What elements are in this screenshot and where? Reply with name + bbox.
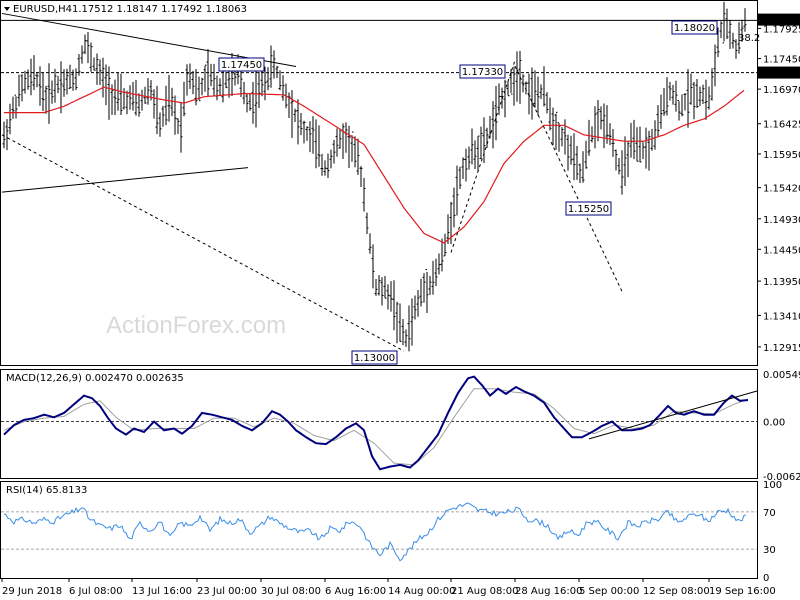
- fib-level-label: 38.2: [738, 33, 760, 44]
- time-axis-label: 12 Sep 08:00: [643, 586, 710, 597]
- macd-axis-label-0.005498: 0.005498: [763, 370, 800, 381]
- macd-title: MACD(12,26,9) 0.002470 0.002635: [6, 373, 184, 384]
- price-label-1-17450: 1.17450: [221, 60, 262, 71]
- watermark: ActionForex.com: [106, 312, 286, 339]
- price-axis-label-1.14930: 1.14930: [763, 215, 800, 226]
- chart-background: [0, 0, 800, 600]
- time-axis-label: 21 Aug 08:00: [451, 586, 518, 597]
- price-axis-label-1.15950: 1.15950: [763, 150, 800, 161]
- price-axis-label-1.12915: 1.12915: [763, 343, 800, 354]
- price-axis-label-1.15420: 1.15420: [763, 184, 800, 195]
- price-axis-label-1.16970: 1.16970: [763, 85, 800, 96]
- ohlc-values: 1.17512 1.18147 1.17492 1.18063: [72, 4, 247, 15]
- hline-price-label: 1.17230: [763, 69, 800, 80]
- price-axis-label-1.14450: 1.14450: [763, 245, 800, 256]
- price-axis-label-1.13950: 1.13950: [763, 277, 800, 288]
- rsi-title: RSI(14) 65.8133: [6, 485, 87, 496]
- rsi-axis-label-100: 100: [763, 480, 782, 491]
- time-axis-label: 5 Sep 00:00: [579, 586, 639, 597]
- price-axis-label-1.17450: 1.17450: [763, 55, 800, 66]
- time-axis-label: 29 Jun 2018: [2, 586, 62, 597]
- time-axis-label: 14 Aug 00:00: [388, 586, 455, 597]
- time-axis-label: 30 Jul 08:00: [261, 586, 321, 597]
- price-label-1-18020: 1.18020: [674, 23, 715, 34]
- time-axis-label: 23 Jul 00:00: [197, 586, 257, 597]
- time-axis-label: 28 Aug 16:00: [515, 586, 582, 597]
- rsi-axis-label-30: 30: [763, 545, 776, 556]
- macd-axis-label-0.00: 0.00: [763, 418, 785, 429]
- symbol-label: EURUSD,H4: [13, 4, 72, 15]
- price-axis-label-1.16425: 1.16425: [763, 120, 800, 131]
- price-label-1-17330: 1.17330: [462, 67, 503, 78]
- price-label-1-13000: 1.13000: [354, 353, 395, 364]
- time-axis-label: 13 Jul 16:00: [132, 586, 192, 597]
- time-axis-label: 6 Aug 16:00: [325, 586, 386, 597]
- current-price-label: 1.18063: [763, 16, 800, 27]
- rsi-axis-label-0: 0: [763, 573, 769, 584]
- price-label-1-15250: 1.15250: [568, 204, 609, 215]
- time-axis-label: 6 Jul 08:00: [69, 586, 123, 597]
- rsi-axis-label-70: 70: [763, 508, 776, 519]
- price-axis-label-1.13410: 1.13410: [763, 311, 800, 322]
- chart-window[interactable]: EURUSD,H4 1.17512 1.18147 1.17492 1.1806…: [0, 0, 800, 600]
- time-axis-label: 19 Sep 16:00: [709, 586, 776, 597]
